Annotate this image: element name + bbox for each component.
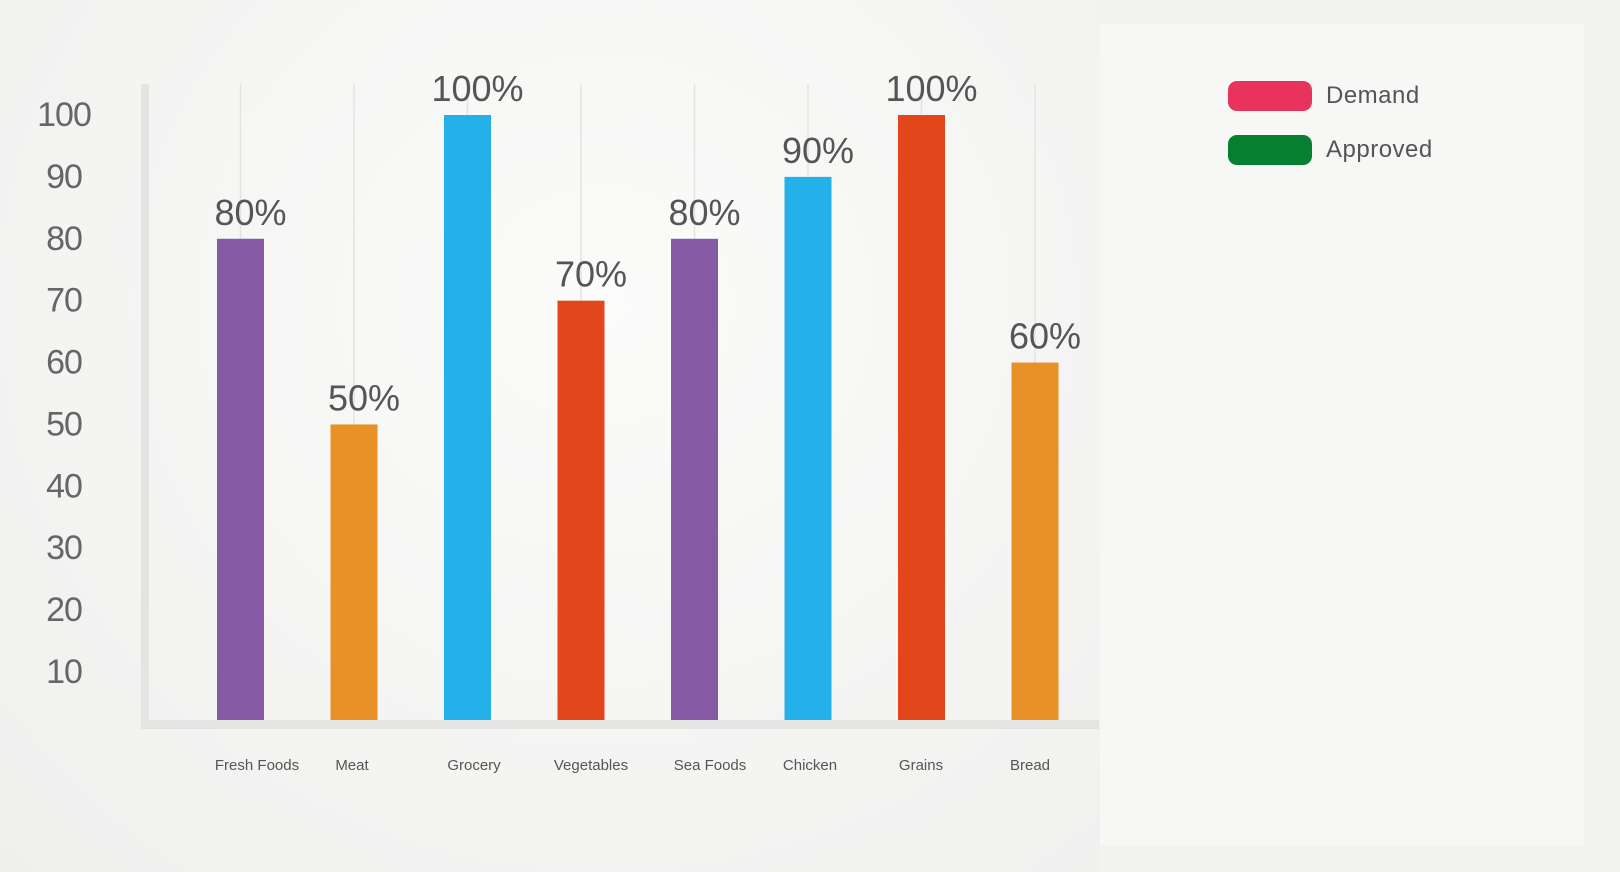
bar-chart: 80% 50% 100% 70% 80% 90% 100% 60% 10 20 30 40 50 60 7…: [37, 68, 1099, 774]
x-axis-line: [141, 720, 1099, 729]
x-tick-label-fresh-foods: Fresh Foods: [215, 757, 299, 774]
x-tick-label-bread: Bread: [1010, 757, 1050, 774]
data-label-chicken: 90%: [782, 130, 854, 171]
data-label-bread: 60%: [1009, 316, 1081, 357]
legend-label-approved: Approved: [1326, 136, 1433, 163]
data-labels: 80% 50% 100% 70% 80% 90% 100% 60%: [214, 68, 1081, 418]
legend: Demand Approved: [1228, 80, 1433, 188]
x-tick-label-chicken: Chicken: [783, 757, 837, 774]
y-tick-labels: 10 20 30 40 50 60 70 80 90 100: [37, 96, 92, 691]
y-tick-label: 70: [46, 282, 82, 320]
x-tick-label-sea-foods: Sea Foods: [674, 757, 747, 774]
legend-item-approved: Approved: [1228, 134, 1433, 166]
legend-swatch-demand: [1228, 81, 1312, 111]
bar-chicken: [784, 176, 832, 720]
bar-bread: [1011, 362, 1059, 720]
bar-grains: [898, 115, 945, 720]
x-tick-label-meat: Meat: [335, 757, 369, 774]
bar-vegetables: [557, 300, 605, 720]
x-tick-label-grocery: Grocery: [447, 757, 501, 774]
y-tick-label: 50: [46, 405, 82, 443]
data-label-grains: 100%: [885, 68, 977, 109]
y-tick-label: 20: [46, 591, 82, 629]
x-tick-labels: Fresh Foods Meat Grocery Vegetables Sea Food…: [215, 757, 1050, 774]
y-tick-label: 10: [46, 653, 82, 691]
y-axis-line: [141, 84, 149, 729]
data-label-grocery: 100%: [431, 68, 523, 109]
data-label-vegetables: 70%: [555, 254, 627, 295]
legend-swatch-approved: [1228, 135, 1312, 165]
bar-grocery: [444, 115, 491, 720]
y-tick-label: 60: [46, 344, 82, 382]
bar-sea-foods: [671, 238, 718, 720]
legend-item-demand: Demand: [1228, 80, 1433, 112]
y-tick-label: 100: [37, 96, 91, 134]
y-tick-label: 30: [46, 529, 82, 567]
bar-meat: [330, 424, 378, 720]
x-tick-label-grains: Grains: [899, 757, 943, 774]
data-label-sea-foods: 80%: [668, 192, 740, 233]
axes: [141, 84, 1099, 729]
data-label-fresh-foods: 80%: [214, 192, 286, 233]
y-tick-label: 80: [46, 220, 82, 258]
bar-fresh-foods: [217, 238, 264, 720]
y-tick-label: 40: [46, 467, 82, 505]
x-tick-label-vegetables: Vegetables: [554, 757, 628, 774]
y-tick-label: 90: [46, 158, 82, 196]
data-label-meat: 50%: [328, 377, 400, 418]
legend-label-demand: Demand: [1326, 82, 1420, 109]
